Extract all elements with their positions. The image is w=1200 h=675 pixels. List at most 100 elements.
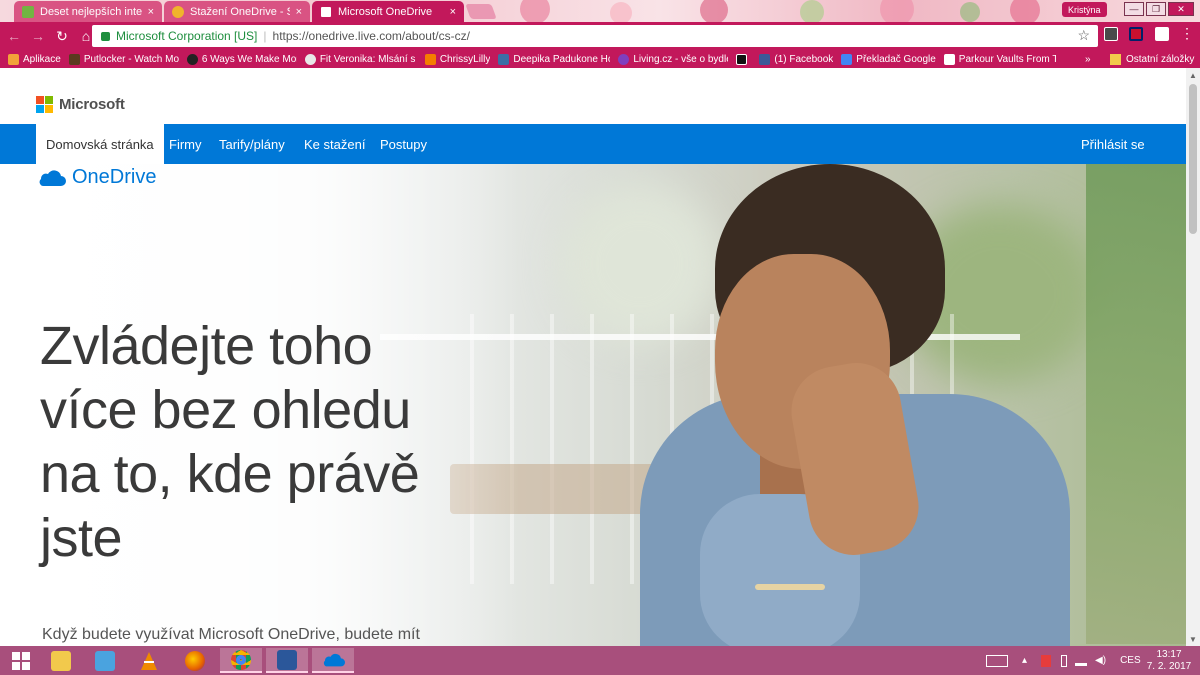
extension-icon[interactable] <box>1104 27 1118 41</box>
scroll-down-icon[interactable]: ▼ <box>1186 632 1200 646</box>
cloud-icon <box>39 169 66 186</box>
start-button[interactable] <box>0 648 42 673</box>
close-icon[interactable]: × <box>450 6 456 18</box>
page-scrollbar[interactable]: ▲ ▼ <box>1186 68 1200 646</box>
nav-ke-stazeni[interactable]: Ke stažení <box>304 124 365 164</box>
bookmark-label: Parkour Vaults From T <box>958 53 1056 65</box>
bookmark-label: Překladač Google <box>856 53 936 65</box>
nav-postupy[interactable]: Postupy <box>380 124 427 164</box>
other-bookmarks-button[interactable]: Ostatní záložky <box>1110 50 1194 68</box>
bookmarks-overflow-button[interactable]: » <box>1085 50 1091 68</box>
bookmark-label: Putlocker - Watch Mo <box>83 53 179 65</box>
product-name: OneDrive <box>72 166 157 188</box>
browser-toolbar: ← → ↻ ⌂ Microsoft Corporation [US] | htt… <box>0 22 1200 50</box>
restore-button[interactable]: ❐ <box>1146 2 1166 16</box>
omnibox-separator: | <box>263 29 267 43</box>
bookmark-item[interactable]: 6 Ways We Make Mon <box>186 53 297 65</box>
bookmark-label: Living.cz - vše o bydle <box>633 53 729 65</box>
h-letter-icon <box>943 53 955 65</box>
scroll-up-icon[interactable]: ▲ <box>1186 68 1200 82</box>
sun-favicon-icon <box>172 5 184 18</box>
taskbar-app-onedrive[interactable] <box>312 648 354 673</box>
brand-name: Microsoft <box>59 96 125 113</box>
lock-icon <box>101 31 110 41</box>
main-navigation: Domovská stránka Firmy Tarify/plány Ke s… <box>0 124 1186 164</box>
forward-button[interactable]: → <box>28 26 48 46</box>
reload-button[interactable]: ↻ <box>52 26 72 46</box>
blogger-icon <box>424 53 436 65</box>
tab-deset[interactable]: Deset nejlepších internet × <box>14 1 162 22</box>
signin-link[interactable]: Přihlásit se <box>1081 124 1145 164</box>
hero-headline: Zvládejte toho více bez ohledu na to, kd… <box>40 316 420 568</box>
close-window-button[interactable]: ✕ <box>1168 2 1194 16</box>
volume-icon[interactable]: ◀) <box>1095 655 1106 666</box>
bookmark-label: ChrissyLilly <box>439 53 491 65</box>
bookmark-item[interactable]: Living.cz - vše o bydle <box>618 53 729 65</box>
close-icon[interactable]: × <box>296 6 302 18</box>
profile-button[interactable]: Kristýna <box>1062 2 1107 17</box>
keyboard-icon[interactable] <box>986 654 1008 667</box>
bookmark-item[interactable]: Fit Veronika: Mlsání s <box>304 53 417 65</box>
battery-icon[interactable] <box>1061 654 1068 667</box>
language-indicator[interactable]: CES <box>1120 655 1141 666</box>
bookmark-item[interactable]: Parkour Vaults From T <box>943 53 1056 65</box>
tab-microsoft-onedrive[interactable]: Microsoft OneDrive × <box>312 1 464 22</box>
taskbar-app-firefox[interactable] <box>174 648 216 673</box>
microsoft-logo[interactable]: Microsoft <box>36 96 125 113</box>
back-button[interactable]: ← <box>4 26 24 46</box>
white-extension-icon[interactable] <box>1155 27 1169 41</box>
address-bar[interactable]: Microsoft Corporation [US] | https://one… <box>92 25 1098 47</box>
minimize-button[interactable]: — <box>1124 2 1144 16</box>
tab-title: Stažení OneDrive - Slune <box>190 5 290 18</box>
bookmark-item[interactable]: (1) Facebook <box>759 53 834 65</box>
bookmark-item[interactable]: Překladač Google <box>841 53 936 65</box>
firefox-icon <box>185 650 205 671</box>
chevron-up-icon[interactable]: ▴ <box>1022 655 1027 666</box>
bookmark-item[interactable]: Putlocker - Watch Mo <box>68 53 179 65</box>
taskbar-app-chrome[interactable] <box>220 648 262 673</box>
bookmark-label: Deepika Padukone Hc <box>513 53 611 65</box>
secure-origin-label: Microsoft Corporation [US] <box>116 29 258 43</box>
tab-title: Microsoft OneDrive <box>338 5 433 18</box>
taskbar-app-remote[interactable] <box>84 648 126 673</box>
signal-icon[interactable] <box>1075 656 1088 666</box>
tab-stazeni[interactable]: Stažení OneDrive - Slune × <box>164 1 310 22</box>
menu-icon[interactable]: ⋮ <box>1180 26 1194 40</box>
bookmark-item[interactable]: ChrissyLilly <box>424 53 491 65</box>
nav-tarify[interactable]: Tarify/plány <box>219 124 285 164</box>
new-tab-button[interactable] <box>465 4 497 19</box>
taskbar-app-word[interactable] <box>266 648 308 673</box>
taskbar-clock[interactable]: 13:17 7. 2. 2017 <box>1146 649 1192 673</box>
book-icon <box>498 53 510 65</box>
tab-strip: Deset nejlepších internet × Stažení OneD… <box>0 0 1200 22</box>
bookmark-label: Fit Veronika: Mlsání s <box>319 53 416 65</box>
word-icon <box>277 649 297 670</box>
bookmark-label: (1) Facebook <box>774 53 834 65</box>
taskbar-app-explorer[interactable] <box>40 648 82 673</box>
nav-home[interactable]: Domovská stránka <box>36 124 164 164</box>
close-icon[interactable]: × <box>148 6 154 18</box>
page-favicon-icon <box>320 5 332 18</box>
system-tray: ▴ ◀) CES <box>986 646 1141 675</box>
swirl-icon <box>304 53 316 65</box>
folder-icon <box>1110 53 1121 65</box>
bookmark-item[interactable] <box>736 53 751 65</box>
bookmark-label: 6 Ways We Make Mon <box>201 53 297 65</box>
nav-firmy[interactable]: Firmy <box>169 124 202 164</box>
clock-date: 7. 2. 2017 <box>1146 661 1192 672</box>
bookmark-label: Aplikace <box>23 53 61 65</box>
bookmarks-bar: Aplikace Putlocker - Watch Mo 6 Ways We … <box>0 50 1200 68</box>
clock-time: 13:17 <box>1156 649 1182 660</box>
onedrive-brand[interactable]: OneDrive <box>36 166 156 189</box>
network-icon[interactable] <box>1041 654 1052 667</box>
amazon-icon <box>736 53 748 65</box>
flag-extension-icon[interactable] <box>1129 27 1143 41</box>
bookmark-item[interactable]: Deepika Padukone Hc <box>498 53 611 65</box>
url-text[interactable]: https://onedrive.live.com/about/cs-cz/ <box>273 29 470 43</box>
web-page: Microsoft Domovská stránka Firmy Tarify/… <box>0 68 1186 646</box>
star-icon[interactable]: ☆ <box>1077 27 1090 44</box>
taskbar-app-vlc[interactable] <box>128 648 170 673</box>
bookmark-item[interactable]: Aplikace <box>8 53 61 65</box>
microsoft-squares-icon <box>36 96 53 113</box>
scrollbar-thumb[interactable] <box>1189 84 1197 234</box>
